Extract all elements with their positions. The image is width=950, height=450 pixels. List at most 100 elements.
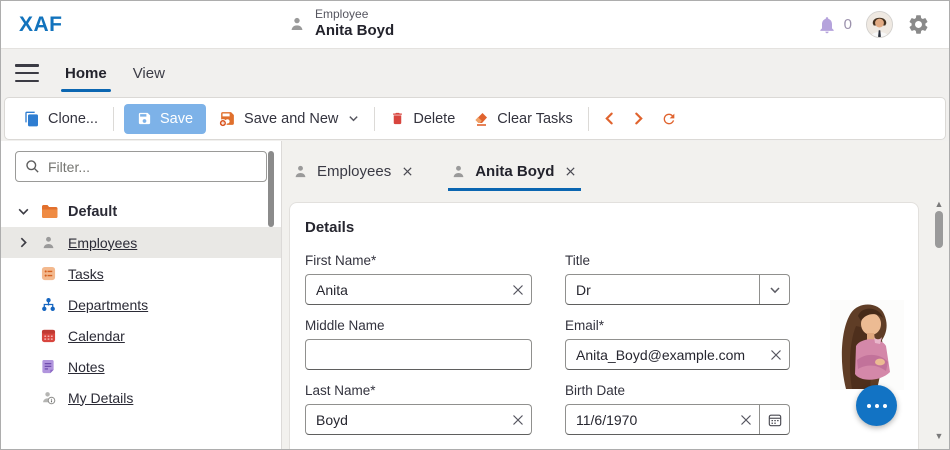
sidebar-scrollbar-thumb[interactable] xyxy=(268,151,274,227)
save-icon xyxy=(137,111,152,126)
save-and-new-icon xyxy=(219,110,236,127)
sidebar-item-departments[interactable]: Departments xyxy=(1,289,281,320)
middle-name-input[interactable] xyxy=(306,340,531,369)
last-name-field-group: Last Name* xyxy=(305,383,532,435)
sidebar-item-calendar-label: Calendar xyxy=(68,327,125,344)
clear-icon[interactable] xyxy=(763,340,789,369)
sidebar-item-tasks[interactable]: Tasks xyxy=(1,258,281,289)
first-name-input[interactable] xyxy=(306,275,505,304)
app-header: XAF Employee Anita Boyd 0 xyxy=(1,1,949,49)
main-scrollbar-thumb[interactable] xyxy=(935,211,943,248)
sidebar-item-notes-label: Notes xyxy=(68,358,105,375)
person-icon xyxy=(41,235,68,250)
toolbar-container: Clone... Save Save and New Delete Clear … xyxy=(1,97,949,141)
refresh-icon xyxy=(661,111,677,127)
middle-name-label: Middle Name xyxy=(305,318,385,333)
content-area: Default Employees Tasks xyxy=(1,141,949,449)
save-button[interactable]: Save xyxy=(123,103,207,134)
clear-icon[interactable] xyxy=(505,275,531,304)
record-name-label: Anita Boyd xyxy=(315,22,395,39)
clear-tasks-label: Clear Tasks xyxy=(497,110,573,127)
details-form: First Name* Title xyxy=(305,253,903,435)
clear-tasks-button[interactable]: Clear Tasks xyxy=(464,104,581,134)
departments-icon xyxy=(41,297,68,312)
photo-actions-fab[interactable] xyxy=(856,385,897,426)
record-type-label: Employee xyxy=(315,7,369,21)
tab-home-label: Home xyxy=(65,64,107,82)
navigation-sidebar: Default Employees Tasks xyxy=(1,141,282,449)
save-label: Save xyxy=(159,110,194,127)
first-name-field-group: First Name* xyxy=(305,253,532,305)
main-panel: Employees Anita Boyd Details First Name*… xyxy=(282,141,949,449)
my-details-icon xyxy=(41,390,68,405)
scroll-up-arrow[interactable]: ▲ xyxy=(931,199,947,209)
sidebar-item-departments-label: Departments xyxy=(68,296,149,313)
details-section-title: Details xyxy=(305,219,355,236)
save-and-new-label: Save and New xyxy=(244,110,339,127)
sidebar-item-my-details[interactable]: My Details xyxy=(1,382,281,413)
xaf-logo[interactable]: XAF xyxy=(19,13,63,37)
main-scrollbar: ▲ ▼ xyxy=(931,195,947,447)
clone-icon xyxy=(24,111,40,127)
clone-label: Clone... xyxy=(48,110,98,127)
sidebar-item-default[interactable]: Default xyxy=(1,196,281,227)
clear-icon[interactable] xyxy=(733,405,759,434)
ribbon-tab-bar: Home View xyxy=(1,49,949,97)
previous-record-button[interactable] xyxy=(595,105,624,132)
next-record-button[interactable] xyxy=(624,105,653,132)
refresh-button[interactable] xyxy=(653,104,685,134)
hamburger-menu-icon[interactable] xyxy=(15,64,39,82)
tab-view[interactable]: View xyxy=(129,49,169,97)
search-icon xyxy=(25,159,40,174)
birth-date-field-group: Birth Date xyxy=(565,383,790,435)
delete-label: Delete xyxy=(413,110,456,127)
person-icon xyxy=(451,164,466,179)
filter-input[interactable] xyxy=(48,158,257,175)
scroll-down-arrow[interactable]: ▼ xyxy=(931,431,947,441)
save-and-new-button[interactable]: Save and New xyxy=(210,103,368,134)
close-icon[interactable] xyxy=(400,164,415,179)
filter-box xyxy=(15,151,267,182)
sidebar-item-tasks-label: Tasks xyxy=(68,265,104,282)
notifications-button[interactable]: 0 xyxy=(817,15,852,35)
sidebar-item-calendar[interactable]: Calendar xyxy=(1,320,281,351)
header-actions: 0 xyxy=(817,11,931,38)
toolbar-separator xyxy=(587,106,589,131)
email-input[interactable] xyxy=(566,340,763,369)
sidebar-item-notes[interactable]: Notes xyxy=(1,351,281,382)
email-field-group: Email* xyxy=(565,318,790,370)
sidebar-item-employees[interactable]: Employees xyxy=(1,227,281,258)
calendar-picker-icon[interactable] xyxy=(759,405,789,434)
tab-view-label: View xyxy=(132,64,165,82)
chevron-down-icon[interactable] xyxy=(759,275,789,304)
save-and-new-dropdown-icon xyxy=(348,113,359,124)
notes-icon xyxy=(41,359,68,374)
employee-photo xyxy=(830,300,904,390)
doc-tab-anita-boyd-label: Anita Boyd xyxy=(475,163,555,180)
employee-person-icon xyxy=(289,16,305,32)
doc-tab-employees[interactable]: Employees xyxy=(290,155,418,191)
clone-button[interactable]: Clone... xyxy=(15,104,107,134)
toolbar: Clone... Save Save and New Delete Clear … xyxy=(4,97,946,140)
user-avatar[interactable] xyxy=(866,11,893,38)
gear-icon[interactable] xyxy=(907,13,931,37)
document-tab-bar: Employees Anita Boyd xyxy=(290,155,949,191)
chevron-right-icon[interactable] xyxy=(17,236,41,249)
title-label: Title xyxy=(565,253,591,268)
doc-tab-anita-boyd[interactable]: Anita Boyd xyxy=(448,155,582,191)
chevron-right-icon xyxy=(632,112,645,125)
birth-date-input[interactable] xyxy=(566,405,733,434)
delete-button[interactable]: Delete xyxy=(381,104,464,134)
chevron-down-icon[interactable] xyxy=(17,205,41,218)
title-select[interactable] xyxy=(566,275,759,304)
last-name-input[interactable] xyxy=(306,405,505,434)
bell-icon xyxy=(817,15,837,35)
toolbar-separator xyxy=(374,106,376,131)
close-icon[interactable] xyxy=(563,164,578,179)
header-record-info: Employee Anita Boyd xyxy=(289,7,394,40)
tab-home[interactable]: Home xyxy=(61,49,111,97)
doc-tab-employees-label: Employees xyxy=(317,163,392,180)
clear-icon[interactable] xyxy=(505,405,531,434)
toolbar-separator xyxy=(112,106,114,131)
person-icon xyxy=(293,164,308,179)
